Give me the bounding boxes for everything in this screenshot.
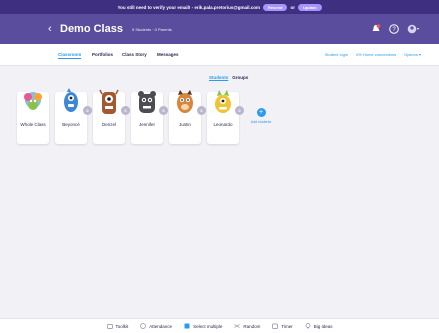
attendance-label: Attendance — [149, 323, 173, 329]
help-icon[interactable]: ? — [389, 24, 399, 34]
students-toggle[interactable]: Students — [209, 75, 228, 80]
update-button[interactable]: Update — [297, 3, 322, 11]
random-label: Random — [243, 323, 261, 329]
points-badge: 0 — [197, 106, 206, 115]
student-name: Justin — [179, 122, 191, 127]
brown-monster-icon — [99, 89, 119, 114]
student-card-denzel[interactable]: 0 Denzel — [93, 89, 130, 144]
attendance-button[interactable]: Attendance — [140, 323, 172, 329]
toolkit-icon — [106, 324, 113, 329]
student-name: Leonardo — [213, 122, 233, 127]
add-plus-icon: + — [256, 108, 266, 117]
student-name: Jennifer — [138, 122, 155, 127]
student-name: Denzel — [101, 122, 116, 127]
student-card-beyonce[interactable]: 0 Beyoncé — [55, 88, 92, 144]
student-card-jennifer[interactable]: 0 Jennifer — [131, 91, 168, 144]
student-card-leonardo[interactable]: 0 Leonardo — [207, 90, 244, 144]
student-card-whole-class[interactable]: Whole Class — [17, 92, 49, 144]
tab-classroom[interactable]: Classroom — [58, 52, 82, 59]
student-name: Whole Class — [20, 122, 46, 127]
tab-class-story[interactable]: Class Story — [122, 52, 147, 57]
header-right-links: Student login 0% Home connections Option… — [325, 52, 421, 57]
student-login-link[interactable]: Student login — [325, 52, 348, 57]
add-students-label: Add students — [250, 120, 272, 124]
random-icon — [234, 324, 241, 328]
verify-email-banner: You still need to verify your email! - e… — [0, 0, 439, 14]
class-title: Demo Class — [60, 23, 123, 35]
resend-button[interactable]: Resend — [263, 3, 288, 11]
toolkit-label: Toolkit — [115, 323, 129, 329]
toolkit-button[interactable]: Toolkit — [106, 323, 129, 329]
random-button[interactable]: Random — [234, 323, 260, 329]
bottom-toolbar: Toolkit Attendance Select multiple Rando… — [0, 318, 439, 333]
or-text: or — [290, 4, 295, 10]
orange-monster-icon — [177, 90, 193, 113]
class-meta: 5 Students · 0 Parents — [132, 26, 172, 32]
svg-text:?: ? — [392, 27, 396, 33]
notification-bell-icon[interactable] — [371, 24, 381, 34]
class-tabs: Classroom Portfolios Class Story Message… — [0, 44, 439, 66]
big-ideas-button[interactable]: Big Ideas — [305, 323, 333, 329]
student-card-justin[interactable]: 0 Justin — [169, 90, 206, 144]
header-icons: ? — [371, 24, 421, 34]
grey-monster-icon — [138, 91, 156, 113]
points-badge: 0 — [235, 106, 244, 115]
student-grid: Whole Class 0 Beyoncé 0 Denzel 0 Jennife… — [17, 88, 277, 144]
select-multiple-label: Select multiple — [193, 323, 223, 329]
points-badge: 0 — [159, 106, 168, 115]
lightbulb-icon — [305, 323, 311, 329]
timer-button[interactable]: Timer — [272, 323, 293, 329]
back-chevron-icon[interactable]: ‹ — [48, 23, 52, 35]
attendance-icon — [140, 323, 147, 329]
student-name: Beyoncé — [62, 122, 80, 127]
timer-label: Timer — [281, 323, 293, 329]
students-groups-toggle: Students Groups — [209, 75, 248, 80]
tab-portfolios[interactable]: Portfolios — [92, 52, 113, 57]
select-multiple-button[interactable]: Select multiple — [184, 323, 222, 329]
yellow-monster-icon — [215, 90, 231, 113]
options-dropdown[interactable]: Options ▾ — [404, 52, 421, 57]
points-badge: 0 — [83, 106, 92, 115]
whole-class-monster-icon — [24, 92, 42, 110]
select-multiple-icon — [184, 323, 190, 329]
add-students-button[interactable]: + Add students — [245, 92, 277, 144]
home-connections-link[interactable]: 0% Home connections — [356, 52, 396, 57]
groups-toggle[interactable]: Groups — [232, 75, 248, 80]
profile-avatar-icon[interactable] — [407, 24, 421, 34]
verify-message: You still need to verify your email! - e… — [117, 4, 261, 10]
blue-monster-icon — [64, 88, 78, 112]
tab-messages[interactable]: Messages — [157, 52, 179, 57]
points-badge: 0 — [121, 106, 130, 115]
class-header: ‹ Demo Class 5 Students · 0 Parents ? — [0, 14, 439, 44]
timer-icon — [272, 323, 279, 329]
big-ideas-label: Big Ideas — [313, 323, 333, 329]
